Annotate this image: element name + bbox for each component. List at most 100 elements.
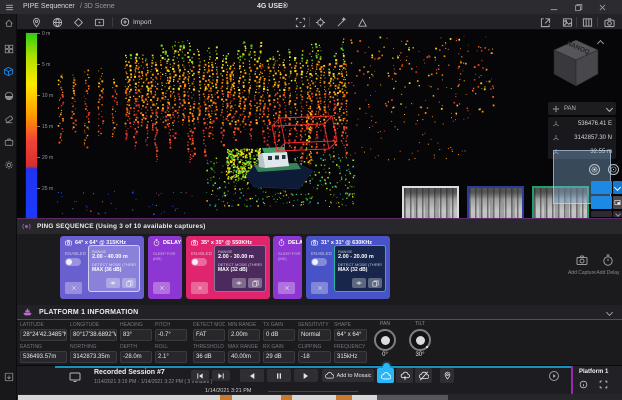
platform-info-button[interactable] [579,380,588,389]
3d-scene-viewport[interactable]: 0 m 5 m 10 m 15 m 20 m 25 m NANOQ PAN [17,30,622,218]
timeline-track[interactable] [55,366,622,368]
delay-card-2[interactable]: DELAY SLEEP FOR (MS) 80 [273,236,302,299]
session-title: Recorded Session #7 [94,369,165,376]
sidebar-item-toolbox[interactable] [3,136,14,147]
cloud-sync-button-active[interactable] [377,368,394,383]
sidebar-item-dock-panel[interactable] [3,371,14,382]
add-to-mosaic-button[interactable]: Add to Mosaic [322,369,374,382]
home-icon [4,18,14,28]
sleep-label: SLEEP FOR (MS) [153,251,182,261]
remove-delay-button[interactable] [278,282,295,294]
import-button[interactable]: Import [120,16,151,28]
preview-button[interactable] [352,278,366,288]
remove-capture-button[interactable] [311,282,328,294]
sidebar-item-settings[interactable] [3,159,14,170]
sidebar-item-3d-scene[interactable] [3,66,14,77]
platform-accent-line [17,319,622,320]
duplicate-button[interactable] [248,278,262,288]
pin-tool-button[interactable] [30,16,42,28]
playback-divider [268,391,358,392]
ruler-tool-button[interactable] [356,16,368,28]
field-value: Normal [298,329,331,341]
info-icon [579,380,588,389]
colorbar-tick-label: 15 m [42,124,53,130]
sidebar-item-sonar-view[interactable] [3,90,14,101]
delay-card-2-title: DELAY [288,240,302,246]
sidebar-item-dashboard[interactable] [3,43,14,54]
duplicate-button[interactable] [122,278,136,288]
layer-dropdown-1[interactable] [591,181,612,194]
globe-tool-button[interactable] [51,16,63,28]
enabled-toggle[interactable] [65,258,81,266]
close-icon [71,285,77,291]
pause-button[interactable] [267,369,291,382]
colorbar-tick [37,157,40,158]
capture-card-3[interactable]: 31° x 31° @ 630KHz ENABLED RANGE 2.00 - … [306,236,390,299]
close-button[interactable] [597,3,607,12]
gear-icon [4,160,14,170]
layer-dropdown-3[interactable] [591,211,612,217]
delay-card-1[interactable]: DELAY SLEEP FOR (MS) 80 [148,236,182,299]
capture-card-2[interactable]: 35° x 35° @ 550KHz ENABLED RANGE 2.00 - … [186,236,270,299]
snapshot-button[interactable] [561,16,573,28]
map-button[interactable] [581,16,593,28]
cloud-offline-button[interactable] [415,368,432,383]
chevron-down-icon [615,211,621,217]
tilt-dial-label: TILT [409,321,431,327]
cloud-upload-button[interactable] [396,368,413,383]
enabled-toggle[interactable] [191,258,207,266]
play-button[interactable] [294,369,318,382]
menu-button[interactable] [4,3,15,12]
ping-sequence-title: PING SEQUENCE (Using 3 of 10 available c… [37,223,206,230]
field-value: 28°24'42.3485"N [20,329,67,341]
record-button[interactable] [589,164,600,175]
record-icon [591,166,598,173]
boat-model[interactable] [246,140,313,189]
remove-capture-button[interactable] [65,282,82,294]
play-reverse-button[interactable] [240,369,264,382]
loop-play-button[interactable] [548,370,560,382]
ping-sequence-header[interactable]: PING SEQUENCE (Using 3 of 10 available c… [17,219,622,234]
platform-focus-button[interactable] [599,380,608,389]
tilt-dial[interactable] [409,329,431,351]
crosshair-tool-button[interactable] [314,16,326,28]
preview-button[interactable] [106,278,120,288]
remove-delay-button[interactable] [153,282,170,294]
minimize-button[interactable] [549,3,559,12]
pan-dial[interactable] [374,329,396,351]
platform-info-header[interactable]: PLATFORM 1 INFORMATION [17,305,622,319]
remove-capture-button[interactable] [191,282,208,294]
diamond-tool-button[interactable] [72,16,84,28]
navigation-cube[interactable]: NANOQ [546,34,606,94]
scrubber-progress[interactable] [18,395,377,400]
target-button[interactable] [608,164,619,175]
preview-button[interactable] [232,278,246,288]
measure-line-button[interactable] [335,16,347,28]
restore-button[interactable] [573,3,583,12]
export-button[interactable] [539,16,551,28]
add-delay-button[interactable]: Add Delay [594,254,622,276]
layer-dropdown-2[interactable] [591,196,612,209]
field-label: DEPTH [120,344,152,350]
frame-select-button[interactable] [294,16,306,28]
pip-icon [614,199,621,206]
selection-wireframe-box[interactable] [272,116,337,151]
layer-dropdown-3-expander[interactable] [613,211,622,217]
screen-tool-button[interactable] [93,16,105,28]
skip-start-button[interactable] [191,370,209,381]
sidebar-item-cleanup[interactable] [3,113,14,124]
grid-icon [4,44,14,54]
field-value: 83° [120,329,152,341]
enabled-toggle[interactable] [311,258,327,266]
sidebar-item-home[interactable] [3,17,14,28]
layer-dropdown-1-expander[interactable] [613,181,622,194]
camera-view-button[interactable] [603,16,615,28]
skip-end-icon [217,372,225,380]
skip-end-button[interactable] [212,370,230,381]
add-waypoint-button[interactable] [440,368,454,383]
layer-pip-button[interactable] [613,196,622,209]
duplicate-button[interactable] [368,278,382,288]
capture-card-1[interactable]: 64° x 64° @ 315KHz ENABLED RANGE 2.00 - … [60,236,144,299]
field-label: ROLL [155,344,187,350]
view-mode-dropdown[interactable]: PAN [548,102,616,115]
